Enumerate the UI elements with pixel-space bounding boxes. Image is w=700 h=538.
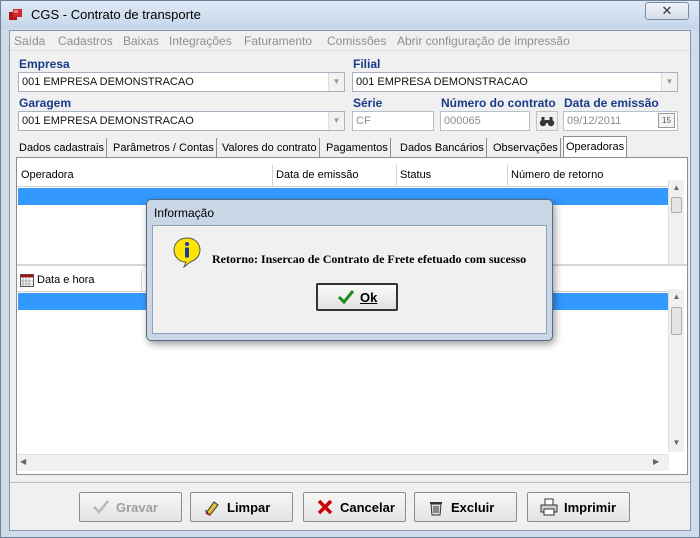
search-binoculars-button[interactable] (536, 111, 558, 131)
scroll-right-icon[interactable]: ▶ (653, 457, 659, 466)
garagem-value: 001 EMPRESA DEMONSTRACAO (22, 115, 194, 127)
data-emissao-value: 09/12/2011 (567, 115, 622, 127)
gravar-button[interactable]: Gravar (79, 492, 182, 522)
calendar-grid-icon (20, 274, 34, 287)
chevron-down-icon[interactable]: ▼ (328, 112, 344, 130)
serie-field[interactable]: CF (352, 111, 434, 131)
garagem-label: Garagem (19, 96, 72, 110)
tab-operadoras[interactable]: Operadoras (563, 136, 628, 158)
data-emissao-field[interactable]: 09/12/2011 15 (563, 111, 678, 131)
garagem-combo[interactable]: 001 EMPRESA DEMONSTRACAO ▼ (18, 111, 345, 131)
action-toolbar: Gravar Limpar Cancelar Excluir Imprimir (10, 482, 690, 530)
menu-cadastros[interactable]: Cadastros (58, 34, 113, 48)
printer-icon (540, 498, 558, 516)
info-dialog: Informação Retorno: Insercao de Contrato… (146, 199, 553, 341)
tab-parametros-contas[interactable]: Parâmetros / Contas (111, 138, 217, 158)
app-icon (9, 9, 22, 20)
dialog-body: Retorno: Insercao de Contrato de Frete e… (152, 225, 547, 334)
dialog-message: Retorno: Insercao de Contrato de Frete e… (212, 252, 527, 266)
cancelar-label: Cancelar (340, 500, 395, 515)
main-window: CGS - Contrato de transporte ✕ Saída Cad… (0, 0, 700, 538)
limpar-label: Limpar (227, 500, 271, 515)
col-operadora[interactable]: Operadora (21, 169, 74, 181)
tab-pagamentos[interactable]: Pagamentos (324, 138, 391, 158)
numero-contrato-label: Número do contrato (441, 96, 556, 110)
scroll-up-icon[interactable]: ▲ (669, 289, 684, 305)
menu-baixas[interactable]: Baixas (123, 34, 159, 48)
numero-contrato-field[interactable]: 000065 (440, 111, 530, 131)
scroll-thumb[interactable] (671, 197, 682, 213)
info-icon (173, 237, 201, 268)
cancel-x-icon (317, 499, 333, 515)
ok-label: Ok (360, 290, 378, 305)
filial-label: Filial (353, 57, 381, 71)
limpar-button[interactable]: Limpar (190, 492, 293, 522)
chevron-down-icon[interactable]: ▼ (328, 73, 344, 91)
serie-label: Série (353, 96, 383, 110)
col-data-hora[interactable]: Data e hora (37, 274, 94, 286)
tab-dados-cadastrais[interactable]: Dados cadastrais (17, 138, 107, 158)
binoculars-icon (539, 117, 555, 127)
tab-valores-contrato[interactable]: Valores do contrato (220, 138, 320, 158)
operadoras-scrollbar[interactable]: ▲ (668, 180, 684, 264)
col-data-emissao[interactable]: Data de emissão (276, 169, 359, 181)
tab-dados-bancarios[interactable]: Dados Bancários (398, 138, 487, 158)
checkmark-icon (337, 290, 355, 305)
imprimir-label: Imprimir (564, 500, 617, 515)
menu-saida[interactable]: Saída (14, 34, 45, 48)
tab-observacoes[interactable]: Observações (491, 138, 561, 158)
empresa-label: Empresa (19, 57, 70, 71)
menu-faturamento[interactable]: Faturamento (244, 34, 312, 48)
imprimir-button[interactable]: Imprimir (527, 492, 630, 522)
scroll-left-icon[interactable]: ◀ (20, 457, 26, 466)
cancelar-button[interactable]: Cancelar (303, 492, 406, 522)
eraser-icon (204, 501, 219, 516)
chevron-down-icon[interactable]: ▼ (661, 73, 677, 91)
title-bar: CGS - Contrato de transporte ✕ (1, 1, 699, 29)
ok-button[interactable]: Ok (316, 283, 398, 311)
scroll-up-icon[interactable]: ▲ (669, 180, 684, 196)
window-title: CGS - Contrato de transporte (31, 7, 201, 22)
menu-config-impressao[interactable]: Abrir configuração de impressão (397, 34, 570, 48)
filial-combo[interactable]: 001 EMPRESA DEMONSTRACAO ▼ (352, 72, 678, 92)
menu-comissoes[interactable]: Comissões (327, 34, 386, 48)
menu-integracoes[interactable]: Integrações (169, 34, 232, 48)
scroll-down-icon[interactable]: ▼ (669, 435, 684, 451)
empresa-value: 001 EMPRESA DEMONSTRACAO (22, 76, 194, 88)
close-button[interactable]: ✕ (645, 2, 689, 20)
excluir-button[interactable]: Excluir (414, 492, 517, 522)
scroll-thumb[interactable] (671, 307, 682, 335)
operadoras-grid-header: Operadora Data de emissão Status Número … (17, 165, 669, 187)
col-numero-retorno[interactable]: Número de retorno (511, 169, 603, 181)
dialog-title: Informação (154, 206, 215, 220)
empresa-combo[interactable]: 001 EMPRESA DEMONSTRACAO ▼ (18, 72, 345, 92)
data-emissao-label: Data de emissão (564, 96, 659, 110)
gravar-label: Gravar (116, 500, 158, 515)
calendar-icon[interactable]: 15 (658, 113, 675, 128)
col-status[interactable]: Status (400, 169, 431, 181)
checkmark-icon (93, 500, 109, 514)
filial-value: 001 EMPRESA DEMONSTRACAO (356, 76, 528, 88)
horizontal-scrollbar[interactable]: ◀ ▶ (17, 454, 669, 471)
historico-scrollbar[interactable]: ▲ ▼ (668, 289, 684, 452)
menu-bar: Saída Cadastros Baixas Integrações Fatur… (10, 31, 690, 51)
excluir-label: Excluir (451, 500, 495, 515)
trash-icon (430, 502, 442, 516)
